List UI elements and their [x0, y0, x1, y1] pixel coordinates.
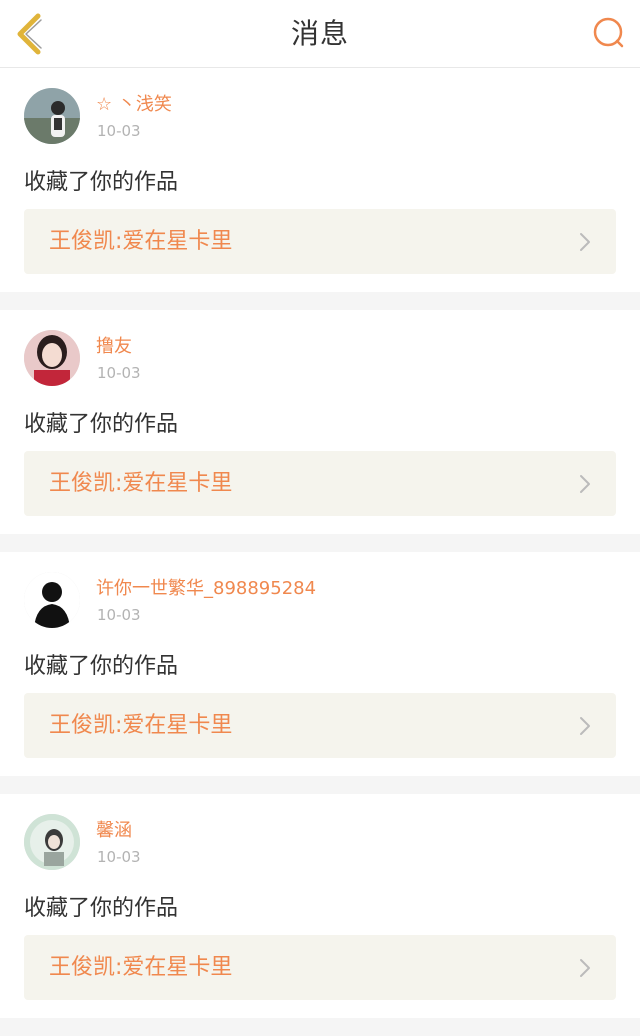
work-link[interactable]: 王俊凯:爱在星卡里 — [24, 693, 616, 758]
work-title: 王俊凯:爱在星卡里 — [49, 713, 233, 738]
avatar[interactable] — [24, 330, 80, 386]
username[interactable]: 许你一世繁华_898895284 — [96, 574, 316, 600]
user-avatar-image — [24, 88, 80, 144]
work-link[interactable]: 王俊凯:爱在星卡里 — [24, 451, 616, 516]
work-link[interactable]: 王俊凯:爱在星卡里 — [24, 935, 616, 1000]
chevron-right-icon — [580, 717, 590, 735]
search-icon — [593, 17, 624, 48]
username[interactable]: 撸友 — [96, 332, 132, 358]
notification-card: ☆ 丶浅笑 10-03 收藏了你的作品 王俊凯:爱在星卡里 — [0, 68, 640, 292]
user-avatar-image — [24, 814, 80, 870]
avatar[interactable] — [24, 572, 80, 628]
action-text: 收藏了你的作品 — [24, 896, 179, 921]
search-button[interactable] — [588, 12, 630, 54]
username[interactable]: ☆ 丶浅笑 — [96, 90, 172, 116]
timestamp: 10-03 — [97, 606, 141, 624]
user-avatar-image — [24, 572, 80, 628]
header-bar: 消息 — [0, 0, 640, 68]
timestamp: 10-03 — [97, 364, 141, 382]
work-title: 王俊凯:爱在星卡里 — [49, 229, 233, 254]
work-link[interactable]: 王俊凯:爱在星卡里 — [24, 209, 616, 274]
chevron-right-icon — [580, 475, 590, 493]
notification-card: 撸友 10-03 收藏了你的作品 王俊凯:爱在星卡里 — [0, 310, 640, 534]
notification-card: 许你一世繁华_898895284 10-03 收藏了你的作品 王俊凯:爱在星卡里 — [0, 552, 640, 776]
username[interactable]: 馨涵 — [96, 816, 132, 842]
work-title: 王俊凯:爱在星卡里 — [49, 955, 233, 980]
action-text: 收藏了你的作品 — [24, 170, 179, 195]
notification-list: ☆ 丶浅笑 10-03 收藏了你的作品 王俊凯:爱在星卡里 撸友 10-03 收… — [0, 68, 640, 1036]
chevron-right-icon — [580, 233, 590, 251]
work-title: 王俊凯:爱在星卡里 — [49, 471, 233, 496]
user-avatar-image — [24, 330, 80, 386]
notification-card: 馨涵 10-03 收藏了你的作品 王俊凯:爱在星卡里 — [0, 794, 640, 1018]
avatar[interactable] — [24, 88, 80, 144]
action-text: 收藏了你的作品 — [24, 654, 179, 679]
timestamp: 10-03 — [97, 122, 141, 140]
page-title: 消息 — [290, 17, 349, 50]
chevron-right-icon — [580, 959, 590, 977]
timestamp: 10-03 — [97, 848, 141, 866]
action-text: 收藏了你的作品 — [24, 412, 179, 437]
avatar[interactable] — [24, 814, 80, 870]
